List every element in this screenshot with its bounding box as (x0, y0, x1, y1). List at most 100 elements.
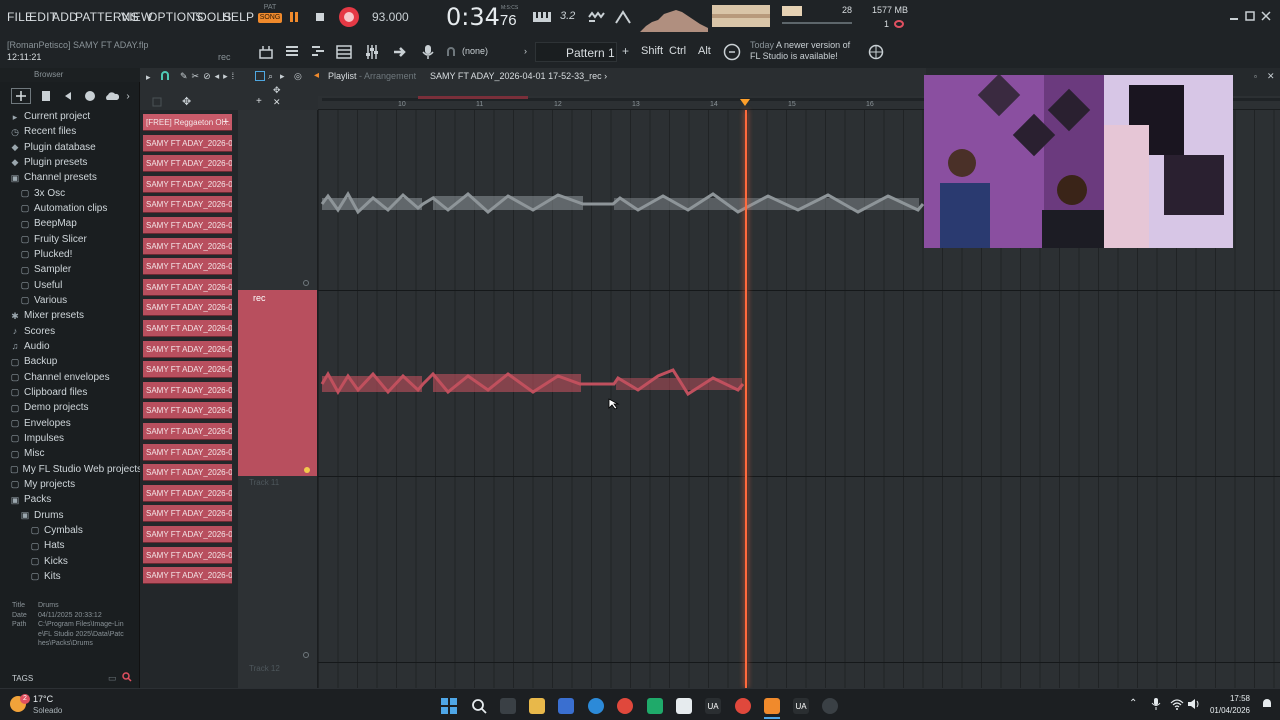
chevron-right-icon[interactable]: › (524, 46, 527, 56)
browser-item[interactable]: ▢ Misc (0, 446, 138, 461)
export-button[interactable] (390, 42, 410, 62)
channel-clip-item[interactable]: SAMY FT ADAY_2026-04-... (143, 217, 232, 234)
metronome-button[interactable] (614, 9, 632, 25)
channel-clip-item[interactable]: SAMY FT ADAY_2026-04-... (143, 484, 232, 502)
playlist-zoom-icon[interactable]: ⌕ (268, 71, 273, 82)
browser-item[interactable]: ◷ Recent files (0, 124, 138, 139)
track-header-rec[interactable]: rec (238, 290, 318, 476)
browser-item[interactable]: ▢ Sampler (0, 262, 138, 277)
track-header-11[interactable]: Track 11 (238, 476, 318, 662)
browser-item[interactable]: ◆ Plugin database (0, 140, 138, 155)
file-explorer-icon[interactable] (529, 698, 545, 714)
volume-icon[interactable] (1187, 697, 1201, 711)
windows-start-icon[interactable] (441, 698, 457, 714)
browser-item[interactable]: ▢ Envelopes (0, 416, 138, 431)
master-volume-knob[interactable] (782, 6, 802, 16)
drag-arrows-icon[interactable]: ✥ (182, 95, 191, 108)
browser-item[interactable]: ▢ Plucked! (0, 247, 138, 262)
ctrl-key[interactable]: Ctrl (669, 45, 686, 57)
browser-item[interactable]: ♫ Audio (0, 339, 138, 354)
browser-item[interactable]: ♪ Scores (0, 324, 138, 339)
browser-item[interactable]: ▣ Packs (0, 492, 138, 507)
browser-item[interactable]: ▣ Channel presets (0, 170, 138, 185)
app-green-icon[interactable] (647, 698, 663, 714)
channel-clip-item[interactable]: SAMY FT ADAY_2026-04-... (143, 175, 232, 193)
channel-clip-item[interactable]: SAMY FT ADAY_2026-04-... (143, 402, 232, 420)
track-active-indicator[interactable] (304, 467, 310, 473)
alt-key[interactable]: Alt (698, 45, 711, 57)
master-volume-slider[interactable] (782, 22, 852, 24)
channel-clip-item[interactable]: SAMY FT ADAY_2026-04-... (143, 134, 232, 152)
channel-clip-item[interactable]: SAMY FT ADAY_2026-04-... (143, 155, 232, 173)
typing-keyboard-button[interactable] (533, 9, 551, 25)
browser-item[interactable]: ▢ Impulses (0, 431, 138, 446)
playlist-select-tool-icon[interactable] (255, 71, 265, 81)
pause-button[interactable] (286, 9, 302, 25)
channel-clip-item[interactable]: SAMY FT ADAY_2026-04-... (143, 464, 232, 482)
mixer-button[interactable] (362, 42, 382, 62)
playlist-snap-icon[interactable] (160, 71, 170, 81)
track-header-upper[interactable] (238, 110, 318, 290)
ua-connect-icon[interactable]: UA (705, 698, 721, 714)
browser-item[interactable]: ▢ Fruity Slicer (0, 232, 138, 247)
track-mute-indicator[interactable] (303, 652, 309, 658)
browser-item[interactable]: ▢ Kits (0, 569, 138, 584)
playlist-close-icon[interactable]: ✕ (1267, 71, 1275, 82)
menu-help[interactable]: HELP (222, 10, 254, 24)
browser-item[interactable]: ▢ Various (0, 293, 138, 308)
shift-key[interactable]: Shift (641, 45, 663, 57)
browser-item[interactable]: ▢ Demo projects (0, 400, 138, 415)
record-button[interactable] (338, 6, 360, 28)
browser-item[interactable]: ▢ Channel envelopes (0, 370, 138, 385)
browser-item[interactable]: ▢ My FL Studio Web projects (0, 462, 142, 477)
channel-clip-item[interactable]: SAMY FT ADAY_2026-04-... (143, 258, 232, 276)
tags-search-icon[interactable] (122, 672, 132, 682)
browser-back-button[interactable] (60, 88, 76, 104)
channel-clip-item[interactable]: SAMY FT ADAY_2026-04-... (143, 278, 232, 296)
browser-expand-button[interactable] (11, 88, 31, 104)
browser-more-button[interactable]: › (122, 88, 134, 104)
channel-clip-item[interactable]: SAMY FT ADAY_2026-04-... (143, 299, 232, 317)
playlist-button[interactable] (282, 42, 302, 62)
app-misc-icon[interactable] (822, 698, 838, 714)
clock-date[interactable]: 01/04/2026 (1206, 706, 1250, 715)
channel-clip-item[interactable]: SAMY FT ADAY_2026-04-... (143, 546, 232, 564)
browser-item[interactable]: ▣ Drums (0, 508, 138, 523)
browser-item[interactable]: ▢ Hats (0, 538, 138, 553)
tags-folder-icon[interactable]: ▭ (108, 673, 117, 684)
browser-item[interactable]: ▢ My projects (0, 477, 138, 492)
browser-item[interactable]: ✱ Mixer presets (0, 308, 138, 323)
chevron-up-icon[interactable]: ⌃ (1129, 698, 1137, 709)
loop-record-button[interactable] (587, 9, 605, 25)
channel-clip-item[interactable]: SAMY FT ADAY_2026-04-... (143, 361, 232, 379)
audio-clip-gray[interactable] (318, 180, 928, 228)
browser-item[interactable]: ◆ Plugin presets (0, 155, 138, 170)
microphone-tray-icon[interactable] (1150, 697, 1162, 711)
stop-button[interactable] (312, 9, 328, 25)
channel-clip-item[interactable]: SAMY FT ADAY_2026-04-... (143, 505, 232, 523)
arrangement-name[interactable]: SAMY FT ADAY_2026-04-01 17-52-33_rec › (430, 71, 607, 81)
browser-item[interactable]: ▢ Clipboard files (0, 385, 138, 400)
chrome-alt-icon[interactable] (735, 698, 751, 714)
microphone-button[interactable] (418, 42, 438, 62)
notifications-icon[interactable] (1261, 698, 1273, 710)
close-button[interactable] (1260, 10, 1272, 22)
add-clip-button[interactable]: + (223, 114, 229, 130)
store-icon[interactable] (558, 698, 574, 714)
search-icon[interactable] (471, 698, 487, 714)
channel-clip-item[interactable]: [FREE] Reggaeton Ol... + (143, 114, 232, 131)
maximize-button[interactable] (1244, 10, 1256, 22)
ua-console-icon[interactable]: UA (793, 698, 809, 714)
browser-cloud-button[interactable] (104, 88, 120, 104)
channel-clip-item[interactable]: SAMY FT ADAY_2026-04-... (143, 320, 232, 337)
task-view-icon[interactable] (500, 698, 516, 714)
channel-clip-item[interactable]: SAMY FT ADAY_2026-04-... (143, 443, 232, 461)
channel-clip-item[interactable]: SAMY FT ADAY_2026-04-... (143, 196, 232, 214)
channel-clip-item[interactable]: SAMY FT ADAY_2026-04-... (143, 567, 232, 585)
channel-clip-item[interactable]: SAMY FT ADAY_2026-04-... (143, 381, 232, 399)
tempo-display[interactable]: 93.000 (372, 10, 409, 24)
browser-item[interactable]: ▢ BeepMap (0, 216, 138, 231)
chrome-icon[interactable] (617, 698, 633, 714)
piano-roll-button[interactable] (308, 42, 328, 62)
loop-region[interactable] (418, 96, 528, 99)
